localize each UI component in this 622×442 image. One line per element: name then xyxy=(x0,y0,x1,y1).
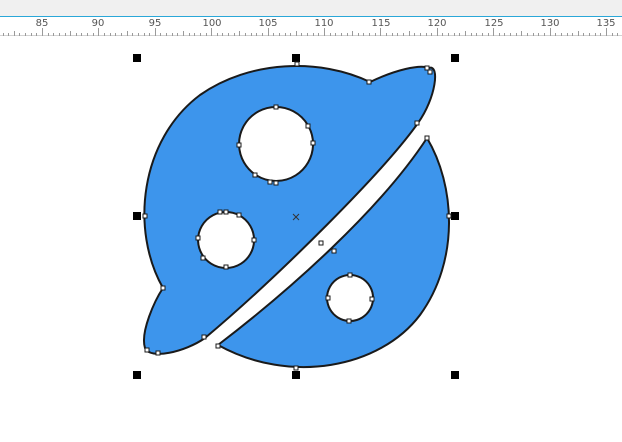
node-handle[interactable] xyxy=(294,61,300,67)
ruler-label-120: 120 xyxy=(427,18,447,29)
node-handle[interactable] xyxy=(273,180,279,186)
node-handle[interactable] xyxy=(252,172,258,178)
ruler-label-110: 110 xyxy=(314,18,334,29)
handle-bottom-left[interactable] xyxy=(133,371,141,379)
node-handle[interactable] xyxy=(155,350,161,356)
node-handle[interactable] xyxy=(446,213,452,219)
node-handle[interactable] xyxy=(223,209,229,215)
handle-middle-left[interactable] xyxy=(133,212,141,220)
handle-top-left[interactable] xyxy=(133,54,141,62)
ruler-label-100: 100 xyxy=(202,18,222,29)
node-handle[interactable] xyxy=(142,213,148,219)
ruler-label-125: 125 xyxy=(484,18,504,29)
node-handle[interactable] xyxy=(424,65,430,71)
ruler-label-85: 85 xyxy=(35,18,49,29)
node-handle[interactable] xyxy=(201,334,207,340)
node-handle[interactable] xyxy=(273,104,279,110)
horizontal-ruler[interactable]: 85 90 95 100 105 110 115 120 125 130 135 xyxy=(0,17,622,36)
handle-bottom-right[interactable] xyxy=(451,371,459,379)
node-handle[interactable] xyxy=(346,318,352,324)
node-handle[interactable] xyxy=(293,365,299,371)
node-handle[interactable] xyxy=(347,272,353,278)
node-handle[interactable] xyxy=(414,120,420,126)
node-handle[interactable] xyxy=(331,248,337,254)
node-handle[interactable] xyxy=(217,209,223,215)
handle-top-center[interactable] xyxy=(292,54,300,62)
handle-bottom-center[interactable] xyxy=(292,371,300,379)
node-handle[interactable] xyxy=(366,79,372,85)
node-handle[interactable] xyxy=(236,212,242,218)
node-handle[interactable] xyxy=(318,240,324,246)
node-handle[interactable] xyxy=(200,255,206,261)
node-handle[interactable] xyxy=(369,296,375,302)
node-handle[interactable] xyxy=(223,264,229,270)
drawing-canvas[interactable] xyxy=(0,36,622,442)
canvas-svg xyxy=(133,54,459,379)
node-handle[interactable] xyxy=(236,142,242,148)
node-handle[interactable] xyxy=(424,135,430,141)
ruler-label-90: 90 xyxy=(91,18,105,29)
node-handle[interactable] xyxy=(144,347,150,353)
node-handle[interactable] xyxy=(251,237,257,243)
node-handle[interactable] xyxy=(305,123,311,129)
node-handle[interactable] xyxy=(195,235,201,241)
top-toolbar-strip xyxy=(0,0,622,17)
ruler-label-105: 105 xyxy=(258,18,278,29)
ruler-label-130: 130 xyxy=(540,18,560,29)
node-handle[interactable] xyxy=(427,69,433,75)
node-handle[interactable] xyxy=(310,140,316,146)
handle-top-right[interactable] xyxy=(451,54,459,62)
ruler-label-115: 115 xyxy=(371,18,391,29)
handle-middle-right[interactable] xyxy=(451,212,459,220)
node-handle[interactable] xyxy=(215,343,221,349)
ruler-label-95: 95 xyxy=(148,18,162,29)
node-handle[interactable] xyxy=(325,295,331,301)
ruler-label-135: 135 xyxy=(596,18,616,29)
node-handle[interactable] xyxy=(267,179,273,185)
node-handle[interactable] xyxy=(160,285,166,291)
